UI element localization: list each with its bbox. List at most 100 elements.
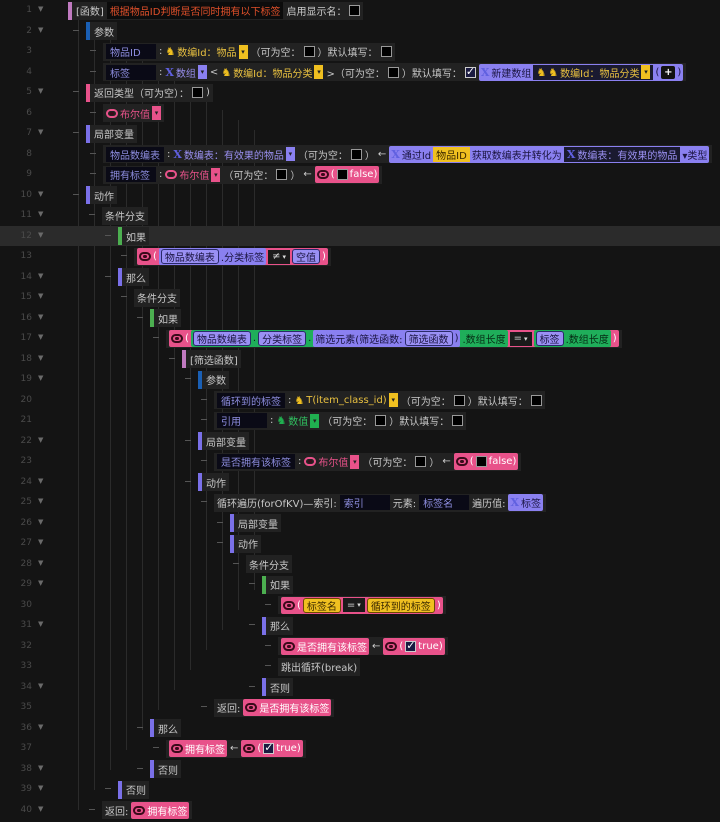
function-name-field[interactable]: 根据物品ID判断是否同时拥有以下标签: [106, 2, 284, 19]
checkbox[interactable]: [530, 394, 542, 406]
collapse-toggle-icon[interactable]: ▼: [38, 26, 43, 34]
block-row[interactable]: 条件分支: [246, 555, 292, 573]
checkbox[interactable]: [192, 87, 203, 98]
collapse-toggle-icon[interactable]: ▼: [38, 579, 43, 587]
block-header[interactable]: 如果: [262, 575, 293, 594]
chevron-down-icon[interactable]: ▾: [197, 65, 207, 79]
chevron-down-icon[interactable]: ▾: [310, 413, 320, 428]
operator-select[interactable]: ≠ ▾: [268, 249, 290, 264]
collapse-toggle-icon[interactable]: ▼: [38, 210, 43, 218]
type-select[interactable]: ♞ 数编Id：物品分类 ▾: [221, 65, 324, 80]
collapse-toggle-icon[interactable]: ▼: [38, 354, 43, 362]
block-header[interactable]: 如果: [118, 227, 149, 245]
collapse-toggle-icon[interactable]: ▼: [38, 87, 43, 95]
collapse-toggle-icon[interactable]: ▼: [38, 436, 43, 444]
chevron-down-icon[interactable]: ▾: [211, 167, 221, 182]
checkbox[interactable]: [263, 741, 275, 754]
variable-name-field[interactable]: 标签: [106, 64, 156, 80]
collapse-toggle-icon[interactable]: ▼: [38, 682, 43, 690]
collapse-toggle-icon[interactable]: ▼: [38, 723, 43, 731]
collapse-toggle-icon[interactable]: ▼: [38, 559, 43, 567]
chevron-down-icon[interactable]: ▾: [314, 65, 324, 79]
block-header[interactable]: 否则: [118, 780, 149, 799]
block-header[interactable]: 动作: [230, 534, 261, 553]
chevron-down-icon[interactable]: ▾: [238, 44, 248, 59]
block-row[interactable]: 返回: 拥有标签: [102, 801, 193, 819]
collapse-toggle-icon[interactable]: ▼: [38, 374, 43, 382]
type-select[interactable]: ♞ T(item_class_id) ▾: [294, 393, 398, 407]
chevron-down-icon[interactable]: ▾: [388, 393, 398, 407]
pink-expression-block[interactable]: (物品数编表 .分类标签 ≠ ▾ 空值): [137, 248, 328, 265]
type-select[interactable]: ♞ 数编Id：物品 ▾: [165, 44, 248, 59]
collapse-toggle-icon[interactable]: ▼: [38, 764, 43, 772]
chevron-down-icon[interactable]: ▾: [350, 454, 360, 469]
collapse-toggle-icon[interactable]: ▼: [38, 538, 43, 546]
pink-expression-block[interactable]: (false): [314, 166, 380, 183]
checkbox[interactable]: [350, 148, 362, 160]
purple-expression-block[interactable]: X 通过Id 物品ID 获取数编表并转化为 X 数编表：有效果的物品 ▾类型: [389, 145, 710, 163]
pink-expression-block[interactable]: (标签名 = ▾ 循环到的标签): [281, 596, 443, 614]
block-row[interactable]: 引用: ♞ 数值 ▾ （可为空： ）默认填写：: [214, 411, 467, 430]
collapse-toggle-icon[interactable]: ▼: [38, 272, 43, 280]
block-header[interactable]: 参数: [198, 370, 229, 389]
block-row[interactable]: 标签:X数组▾<♞数编Id：物品分类▾>（可为空：）默认填写：X新建数组♞♞数编…: [103, 63, 687, 81]
variable-name-field[interactable]: 是否拥有该标签: [217, 454, 295, 469]
checkbox[interactable]: [380, 46, 392, 57]
chevron-down-icon[interactable]: ▾: [285, 147, 295, 161]
collapse-toggle-icon[interactable]: ▼: [38, 5, 43, 13]
pink-expression-block[interactable]: 拥有标签: [169, 740, 227, 757]
collapse-toggle-icon[interactable]: ▼: [38, 805, 43, 813]
block-row[interactable]: 循环到的标签: ♞ T(item_class_id) ▾ （可为空： ）默认填写：: [214, 391, 545, 409]
checkbox[interactable]: [464, 65, 476, 78]
collapse-toggle-icon[interactable]: ▼: [38, 231, 43, 239]
block-header[interactable]: 局部变量: [230, 514, 281, 532]
checkbox[interactable]: [276, 169, 288, 180]
block-row[interactable]: 拥有标签: 布尔值 ▾ （可为空：） ←(false): [103, 165, 383, 184]
chevron-down-icon[interactable]: ▾: [641, 65, 651, 79]
block-row[interactable]: 拥有标签 ← (true): [166, 739, 306, 758]
block-row[interactable]: 返回: 是否拥有该标签: [214, 698, 335, 717]
variable-name-field[interactable]: 引用: [217, 413, 267, 428]
operator-select[interactable]: = ▾: [509, 331, 532, 346]
block-row[interactable]: 条件分支: [134, 288, 180, 307]
pink-expression-block[interactable]: (true): [383, 637, 445, 655]
block-header[interactable]: 那么: [262, 616, 293, 635]
pink-expression-block[interactable]: 是否拥有该标签: [281, 637, 369, 655]
block-header[interactable]: [筛选函数]: [182, 350, 241, 368]
dark-expression-block[interactable]: ♞ ♞ 数编Id：物品分类 ▾: [533, 64, 654, 80]
checkbox[interactable]: [475, 456, 487, 467]
checkbox[interactable]: [387, 66, 399, 78]
block-row[interactable]: (物品数编表. 分类标签. 筛选元素(筛选函数: 筛选函数) .数组长度 = ▾ 标签 .数组长…: [166, 329, 622, 348]
variable-chip[interactable]: 循环到的标签: [366, 597, 435, 613]
green-expression-block[interactable]: 物品数编表. 分类标签. 筛选元素(筛选函数: 筛选函数) .数组长度: [190, 330, 508, 347]
block-row[interactable]: 是否拥有该标签: 布尔值 ▾ （可为空：） ←(false): [214, 452, 522, 471]
variable-name-field[interactable]: 索引: [339, 495, 390, 510]
collapse-toggle-icon[interactable]: ▼: [38, 333, 43, 341]
checkbox[interactable]: [375, 415, 387, 426]
block-header[interactable]: 那么: [150, 719, 181, 737]
collapse-toggle-icon[interactable]: ▼: [38, 497, 43, 505]
block-row[interactable]: 循环遍历(forOfKV)—索引: 索引 元素: 标签名 遍历值: X 标签: [214, 493, 547, 512]
collapse-toggle-icon[interactable]: ▼: [38, 518, 43, 526]
pink-expression-block[interactable]: 是否拥有该标签: [243, 699, 332, 716]
type-select[interactable]: 布尔值 ▾: [165, 167, 221, 182]
block-row[interactable]: (标签名 = ▾ 循环到的标签): [278, 596, 446, 614]
collapse-toggle-icon[interactable]: ▼: [38, 128, 43, 136]
variable-name-field[interactable]: 拥有标签: [106, 167, 156, 182]
variable-name-field[interactable]: 标签名: [419, 495, 470, 510]
block-header[interactable]: 局部变量: [86, 124, 137, 143]
block-row[interactable]: 物品数编表: X 数编表：有效果的物品 ▾ （可为空：） ← X 通过Id 物品ID 获取数编表并…: [103, 145, 713, 163]
purple-expression-block[interactable]: X 标签: [508, 494, 544, 511]
block-row[interactable]: (物品数编表 .分类标签 ≠ ▾ 空值): [134, 247, 331, 266]
block-header[interactable]: 动作: [86, 186, 117, 204]
variable-chip[interactable]: 物品数编表: [192, 331, 251, 346]
block-header[interactable]: 动作: [198, 473, 229, 491]
type-select[interactable]: X 数组 ▾: [165, 65, 207, 80]
dark-expression-block[interactable]: X 数编表：有效果的物品: [563, 146, 681, 162]
block-row[interactable]: 条件分支: [102, 206, 148, 225]
block-header[interactable]: 那么: [118, 268, 149, 286]
collapse-toggle-icon[interactable]: ▼: [38, 190, 43, 198]
type-select[interactable]: 布尔值 ▾: [106, 106, 161, 121]
pink-expression-block[interactable]: (物品数编表. 分类标签. 筛选元素(筛选函数: 筛选函数) .数组长度 = ▾ 标签 .数组长…: [169, 330, 619, 347]
variable-chip[interactable]: 物品数编表: [160, 249, 219, 264]
